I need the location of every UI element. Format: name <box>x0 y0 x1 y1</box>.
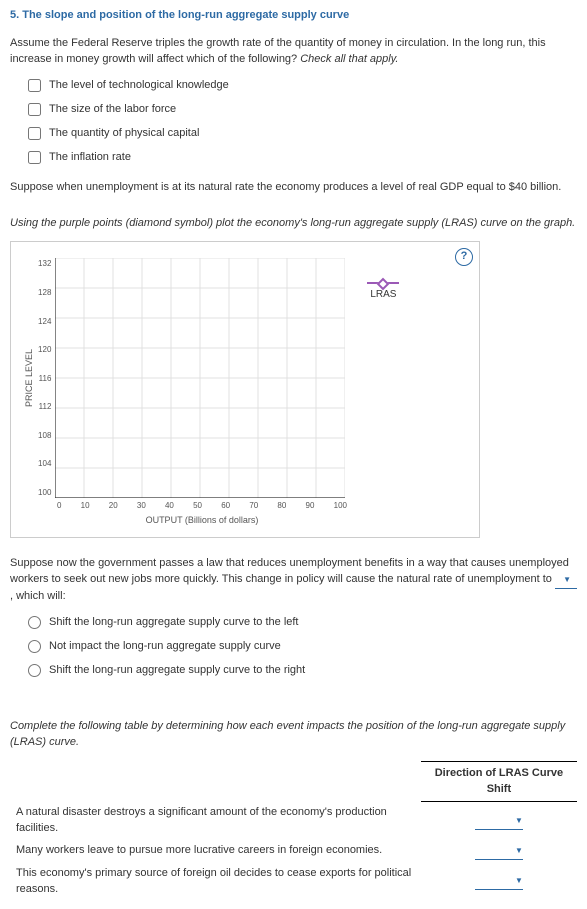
q4-opt-3-label: Shift the long-run aggregate supply curv… <box>49 663 305 679</box>
help-icon[interactable]: ? <box>455 248 473 266</box>
q1-opt-3-checkbox[interactable] <box>28 127 41 140</box>
xtick: 90 <box>306 500 315 512</box>
ytick: 120 <box>38 344 51 356</box>
q4-prompt: Suppose now the government passes a law … <box>10 556 577 605</box>
q5-instruction: Complete the following table by determin… <box>10 719 577 751</box>
ytick: 100 <box>38 487 51 499</box>
q1-prompt: Assume the Federal Reserve triples the g… <box>10 36 577 68</box>
lras-palette-tool[interactable]: LRAS <box>367 282 399 498</box>
xtick: 70 <box>249 500 258 512</box>
row1-dropdown[interactable]: ▼ <box>475 813 523 830</box>
xtick: 60 <box>221 500 230 512</box>
chevron-down-icon: ▼ <box>515 876 523 885</box>
q4-opt-1-radio[interactable] <box>28 616 41 629</box>
q4-opt-2-label: Not impact the long-run aggregate supply… <box>49 639 281 655</box>
xtick: 20 <box>109 500 118 512</box>
diamond-icon <box>367 282 399 284</box>
ytick: 112 <box>38 401 51 413</box>
xtick: 100 <box>334 500 347 512</box>
y-axis-label: PRICE LEVEL <box>21 258 38 498</box>
q1-opt-1-checkbox[interactable] <box>28 79 41 92</box>
ytick: 132 <box>38 258 51 270</box>
xtick: 10 <box>81 500 90 512</box>
xtick: 0 <box>57 500 61 512</box>
q4-opt-3-radio[interactable] <box>28 664 41 677</box>
q4-dropdown-blank[interactable]: ▼ <box>555 572 577 589</box>
xtick: 80 <box>277 500 286 512</box>
q3-instruction: Using the purple points (diamond symbol)… <box>10 216 577 232</box>
events-table: Direction of LRAS Curve Shift A natural … <box>10 761 577 901</box>
ytick: 104 <box>38 458 51 470</box>
table-row: A natural disaster destroys a significan… <box>10 802 577 840</box>
legend-label: LRAS <box>370 288 396 303</box>
xtick: 50 <box>193 500 202 512</box>
chevron-down-icon: ▼ <box>515 846 523 855</box>
row2-dropdown[interactable]: ▼ <box>475 843 523 860</box>
ytick: 124 <box>38 316 51 328</box>
event-text: Many workers leave to pursue more lucrat… <box>10 840 421 863</box>
x-ticks: 0 10 20 30 40 50 60 70 80 90 100 <box>57 500 347 512</box>
row3-dropdown[interactable]: ▼ <box>475 873 523 890</box>
ytick: 108 <box>38 430 51 442</box>
chevron-down-icon: ▼ <box>563 575 571 584</box>
q1-opt-4-label: The inflation rate <box>49 150 131 166</box>
event-text: A natural disaster destroys a significan… <box>10 802 421 840</box>
event-text: This economy's primary source of foreign… <box>10 863 421 901</box>
q1-check-all: Check all that apply. <box>300 53 398 65</box>
q4-prompt-a: Suppose now the government passes a law … <box>10 557 569 585</box>
q4-options: Shift the long-run aggregate supply curv… <box>10 615 577 679</box>
q1-opt-4-checkbox[interactable] <box>28 151 41 164</box>
ytick: 128 <box>38 287 51 299</box>
q1-opt-2-checkbox[interactable] <box>28 103 41 116</box>
col-event-header <box>10 761 421 802</box>
y-ticks: 132 128 124 120 116 112 108 104 100 <box>38 258 55 498</box>
q1-opt-3-label: The quantity of physical capital <box>49 126 199 142</box>
q1-options: The level of technological knowledge The… <box>10 78 577 166</box>
q4-prompt-b: , which will: <box>10 590 66 602</box>
table-row: Many workers leave to pursue more lucrat… <box>10 840 577 863</box>
xtick: 40 <box>165 500 174 512</box>
q1-opt-1-label: The level of technological knowledge <box>49 78 229 94</box>
q1-prompt-text: Assume the Federal Reserve triples the g… <box>10 37 546 65</box>
q4-opt-2-radio[interactable] <box>28 640 41 653</box>
question-title: 5. The slope and position of the long-ru… <box>10 8 577 24</box>
plot-grid[interactable] <box>55 258 345 498</box>
q4-opt-1-label: Shift the long-run aggregate supply curv… <box>49 615 299 631</box>
col-direction-header: Direction of LRAS Curve Shift <box>421 761 577 802</box>
ytick: 116 <box>38 373 51 385</box>
x-axis-label: OUTPUT (Billions of dollars) <box>57 514 347 527</box>
xtick: 30 <box>137 500 146 512</box>
table-row: This economy's primary source of foreign… <box>10 863 577 901</box>
q1-opt-2-label: The size of the labor force <box>49 102 176 118</box>
chevron-down-icon: ▼ <box>515 816 523 825</box>
q2-statement: Suppose when unemployment is at its natu… <box>10 180 577 196</box>
graph-panel: ? PRICE LEVEL 132 128 124 120 116 112 10… <box>10 241 480 538</box>
